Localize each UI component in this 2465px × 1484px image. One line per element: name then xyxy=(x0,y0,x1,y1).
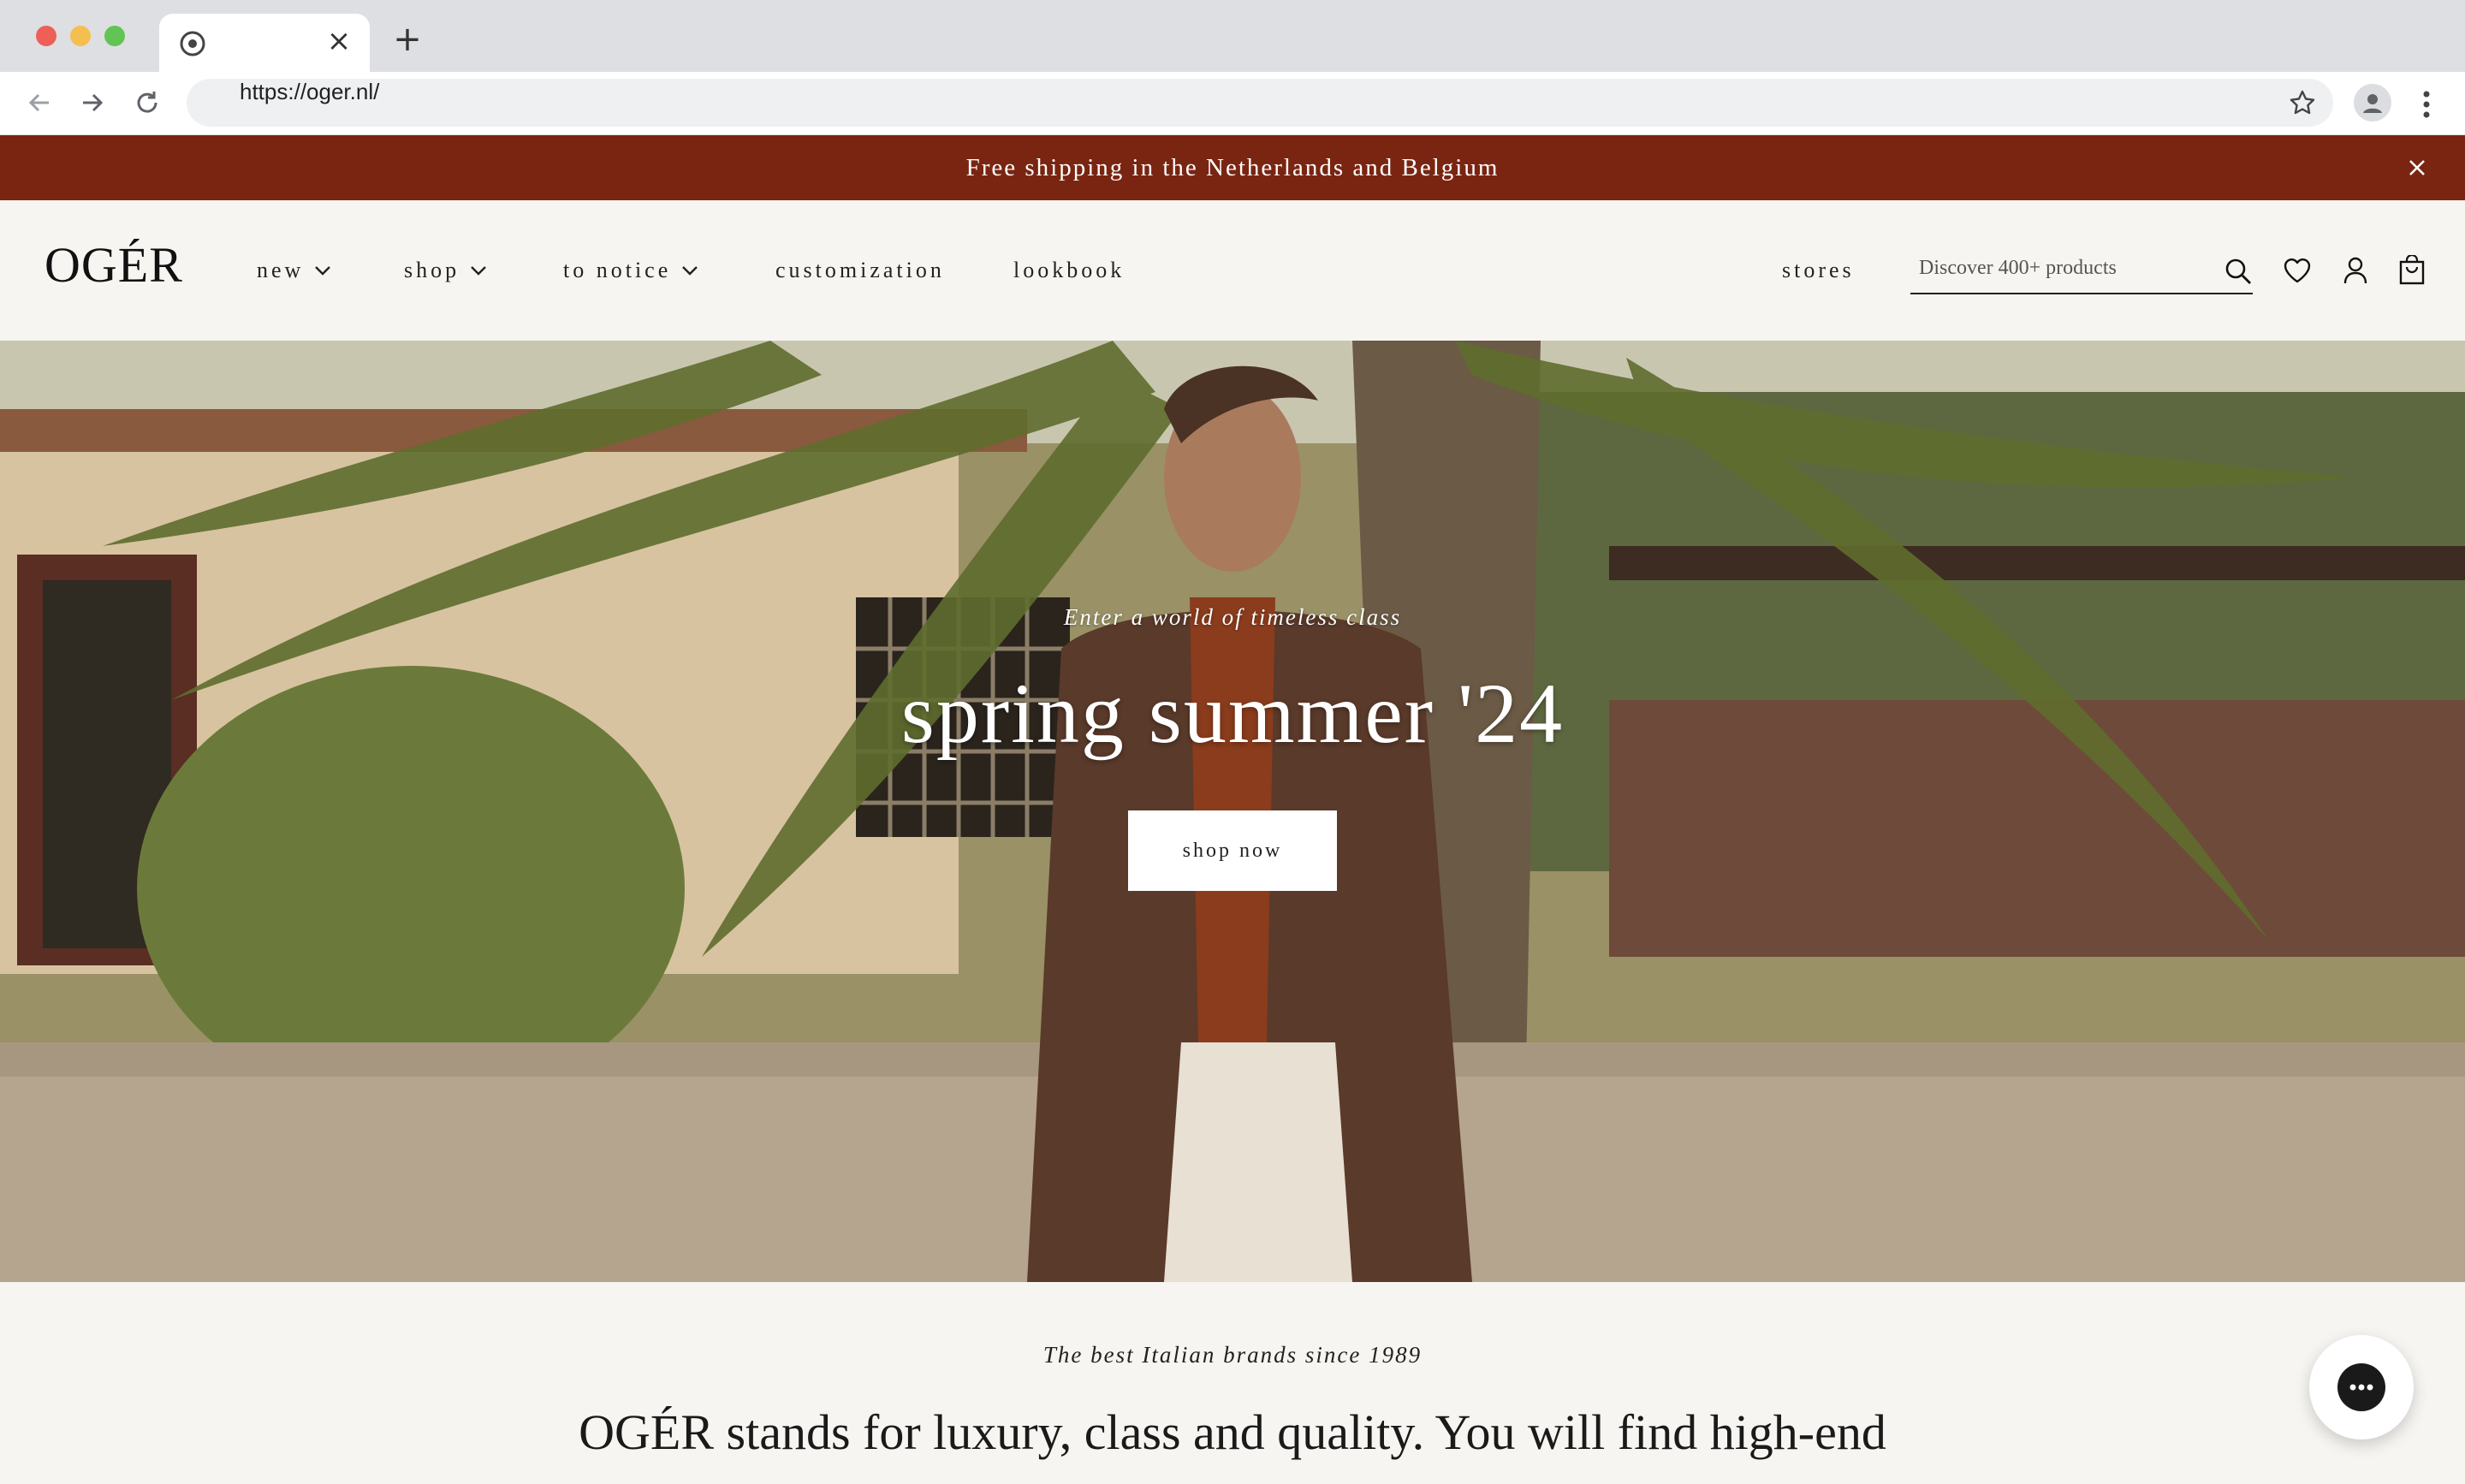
browser-toolbar: https://oger.nl/ xyxy=(0,72,2465,135)
nav-item-shop[interactable]: shop xyxy=(404,200,487,341)
chevron-down-icon xyxy=(315,266,331,276)
url-text: https://oger.nl/ xyxy=(240,79,380,104)
minimize-window-button[interactable] xyxy=(70,26,91,46)
close-announcement-icon[interactable] xyxy=(2403,154,2431,181)
profile-icon[interactable] xyxy=(2354,84,2391,122)
reload-icon[interactable] xyxy=(130,86,164,120)
nav-item-new[interactable]: new xyxy=(257,200,331,341)
chat-button[interactable] xyxy=(2309,1335,2414,1439)
chevron-down-icon xyxy=(682,266,698,276)
hero-subtitle: Enter a world of timeless class xyxy=(1063,604,1402,630)
intro-subtitle: The best Italian brands since 1989 xyxy=(1042,1342,1423,1368)
announcement-text: Free shipping in the Netherlands and Bel… xyxy=(965,154,1500,181)
site-header: OGÉR new shop to notice customization lo… xyxy=(0,200,2465,341)
maximize-window-button[interactable] xyxy=(104,26,125,46)
nav-item-to-notice[interactable]: to notice xyxy=(563,200,698,341)
close-tab-icon[interactable]: × xyxy=(324,26,354,56)
nav-label-shop: shop xyxy=(404,258,460,282)
heart-icon[interactable] xyxy=(2282,255,2313,286)
intro-text: OGÉR stands for luxury, class and qualit… xyxy=(579,1404,1886,1460)
chevron-down-icon xyxy=(471,266,486,276)
close-window-button[interactable] xyxy=(36,26,56,46)
nav-label-lookbook: lookbook xyxy=(1013,258,1126,282)
hero-title: spring summer '24 xyxy=(900,666,1565,761)
address-bar[interactable]: https://oger.nl/ xyxy=(187,79,2333,127)
chrome-favicon-icon xyxy=(180,31,205,56)
nav-item-lookbook[interactable]: lookbook xyxy=(1013,200,1125,341)
shop-now-button[interactable]: shop now xyxy=(1128,810,1337,891)
account-icon[interactable] xyxy=(2340,255,2371,286)
new-tab-icon[interactable]: + xyxy=(390,22,425,56)
forward-icon[interactable] xyxy=(75,86,110,120)
nav-label-customization: customization xyxy=(775,258,945,282)
chat-bubble-icon xyxy=(2337,1363,2385,1411)
stores-link[interactable]: stores xyxy=(1782,200,1855,341)
announcement-bar: Free shipping in the Netherlands and Bel… xyxy=(0,135,2465,200)
cart-icon[interactable] xyxy=(2397,255,2427,286)
bookmark-star-icon[interactable] xyxy=(2289,89,2316,116)
nav-label-new: new xyxy=(257,258,305,282)
search-input[interactable] xyxy=(1919,246,2210,289)
back-icon[interactable] xyxy=(22,86,56,120)
oger-logo[interactable]: OGÉR xyxy=(45,236,183,294)
browser-tab-bar: × + xyxy=(0,0,2465,72)
search-icon[interactable] xyxy=(2224,257,2253,286)
nav-item-customization[interactable]: customization xyxy=(775,200,945,341)
browser-menu-kebab-icon[interactable] xyxy=(2414,87,2439,122)
hero-banner[interactable]: Enter a world of timeless class spring s… xyxy=(0,341,2465,1282)
browser-tab[interactable]: × xyxy=(159,14,370,72)
search-field xyxy=(1910,246,2253,294)
nav-label-to-notice: to notice xyxy=(563,258,672,282)
